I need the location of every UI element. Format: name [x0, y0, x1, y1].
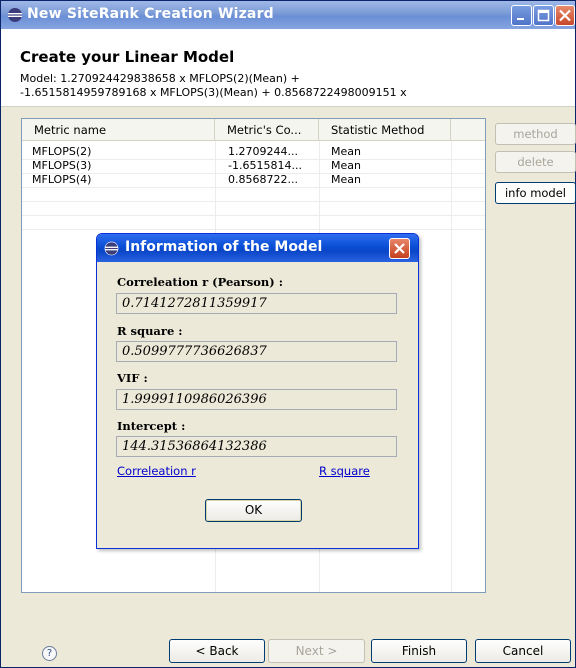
row-divider — [22, 215, 485, 216]
close-icon — [559, 9, 571, 22]
ok-button[interactable]: OK — [205, 499, 302, 522]
back-button[interactable]: < Back — [169, 639, 265, 663]
model-equation: Model: 1.270924429838658 x MFLOPS(2)(Mea… — [20, 72, 540, 100]
rsquare-field[interactable]: 0.5099777736626837 — [116, 341, 397, 362]
eclipse-icon — [104, 241, 119, 256]
cell-metric-coefficient: 1.2709244... — [228, 145, 298, 158]
dialog-close-button[interactable] — [389, 238, 410, 259]
delete-button[interactable]: delete — [495, 151, 576, 173]
table-row[interactable]: MFLOPS(2) 1.2709244... Mean — [22, 145, 485, 159]
column-divider — [451, 141, 452, 592]
model-info-dialog: Information of the Model Correleation r … — [96, 233, 419, 549]
table-row[interactable]: MFLOPS(3) -1.6515814... Mean — [22, 159, 485, 173]
window-title: New SiteRank Creation Wizard — [27, 6, 274, 22]
dialog-title: Information of the Model — [125, 239, 323, 255]
column-header-metric-name[interactable]: Metric name — [22, 119, 215, 141]
intercept-label: Intercept : — [117, 419, 186, 433]
row-divider — [22, 173, 485, 174]
intercept-field[interactable]: 144.31536864132386 — [116, 436, 397, 457]
cell-statistic-method: Mean — [331, 173, 361, 186]
vif-label: VIF : — [117, 371, 148, 385]
finish-button[interactable]: Finish — [371, 639, 467, 663]
vif-field[interactable]: 1.9999110986026396 — [116, 389, 397, 410]
row-divider — [22, 187, 485, 188]
cell-metric-name: MFLOPS(3) — [32, 159, 92, 172]
rsquare-link[interactable]: R square — [319, 464, 370, 478]
column-header-statistic-method[interactable]: Statistic Method — [319, 119, 451, 141]
correlation-link[interactable]: Correleation r — [117, 464, 196, 478]
correlation-field[interactable]: 0.7141272811359917 — [116, 293, 397, 314]
cell-statistic-method: Mean — [331, 145, 361, 158]
cell-statistic-method: Mean — [331, 159, 361, 172]
help-icon[interactable]: ? — [42, 646, 57, 661]
cell-metric-coefficient: -1.6515814... — [228, 159, 302, 172]
dialog-titlebar[interactable]: Information of the Model — [97, 234, 418, 262]
wizard-titlebar[interactable]: New SiteRank Creation Wizard — [1, 1, 575, 29]
method-button[interactable]: method — [495, 123, 576, 145]
rsquare-label: R square : — [117, 324, 183, 338]
cell-metric-coefficient: 0.8568722... — [228, 173, 298, 186]
table-row[interactable]: MFLOPS(4) 0.8568722... Mean — [22, 173, 485, 187]
close-icon — [394, 243, 405, 254]
table-header: Metric name Metric's Co... Statistic Met… — [22, 119, 485, 141]
cancel-button[interactable]: Cancel — [475, 639, 571, 663]
cell-metric-name: MFLOPS(4) — [32, 173, 92, 186]
row-divider — [22, 201, 485, 202]
column-header-metric-coefficient[interactable]: Metric's Co... — [215, 119, 319, 141]
minimize-button[interactable] — [511, 5, 532, 26]
page-title: Create your Linear Model — [20, 48, 235, 66]
model-equation-line2: -1.6515814959789168 x MFLOPS(3)(Mean) + … — [20, 86, 407, 99]
row-divider — [22, 229, 485, 230]
info-model-button[interactable]: info model — [495, 182, 576, 204]
wizard-header: Create your Linear Model Model: 1.270924… — [1, 29, 575, 107]
close-button[interactable] — [555, 5, 575, 26]
maximize-icon — [537, 9, 550, 22]
correlation-label: Correleation r (Pearson) : — [117, 275, 283, 289]
eclipse-icon — [8, 8, 22, 22]
maximize-button[interactable] — [533, 5, 554, 26]
cell-metric-name: MFLOPS(2) — [32, 145, 92, 158]
minimize-icon — [517, 18, 524, 20]
model-equation-line1: Model: 1.270924429838658 x MFLOPS(2)(Mea… — [20, 72, 300, 85]
row-divider — [22, 159, 485, 160]
next-button[interactable]: Next > — [268, 639, 365, 663]
